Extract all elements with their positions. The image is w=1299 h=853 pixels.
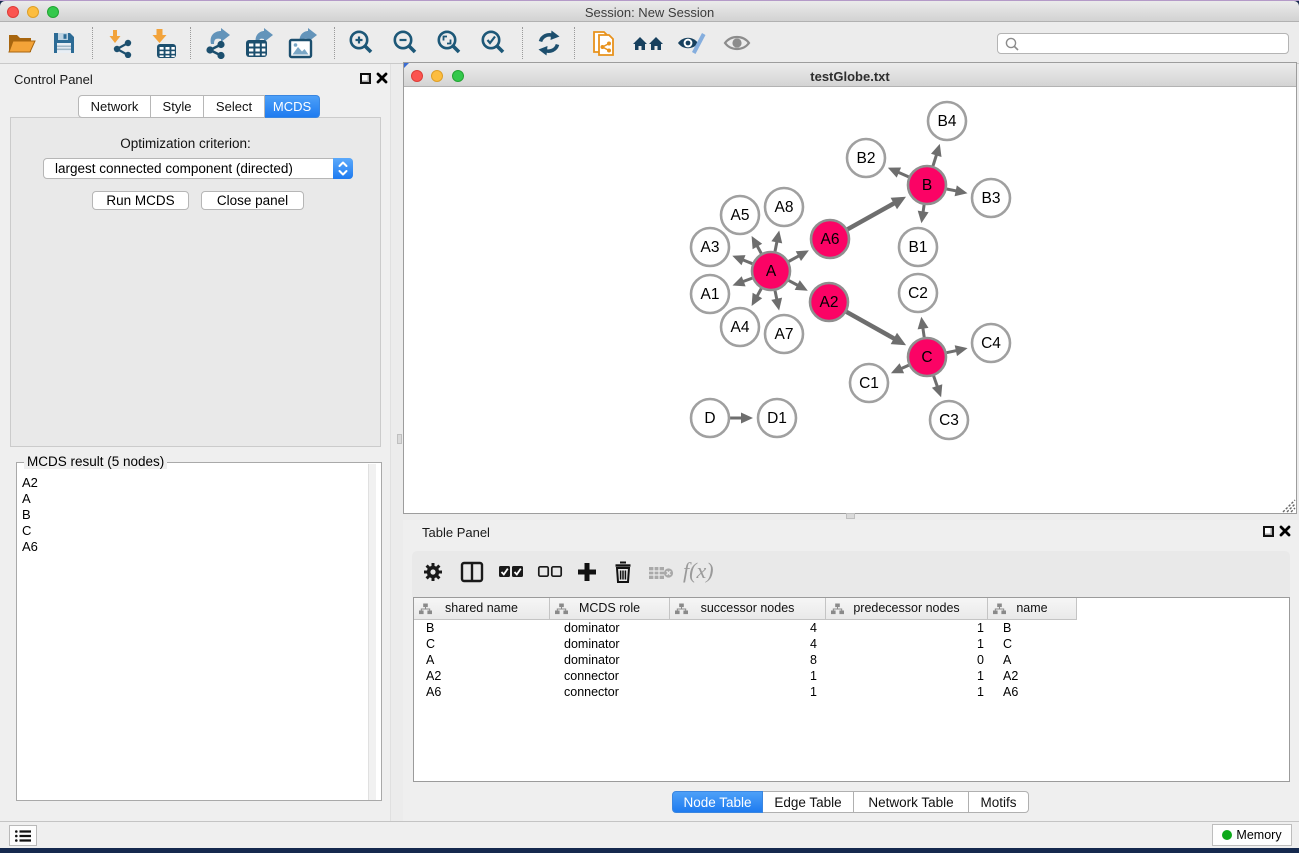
svg-text:A7: A7 (775, 326, 794, 343)
svg-text:A: A (766, 263, 777, 280)
svg-text:C2: C2 (908, 285, 928, 302)
svg-text:B4: B4 (938, 113, 957, 130)
svg-text:B2: B2 (857, 150, 876, 167)
svg-text:A6: A6 (821, 231, 840, 248)
svg-text:C: C (921, 349, 932, 366)
svg-text:A2: A2 (820, 294, 839, 311)
svg-text:C4: C4 (981, 335, 1001, 352)
svg-text:A8: A8 (775, 199, 794, 216)
svg-text:A1: A1 (701, 286, 720, 303)
svg-text:A5: A5 (731, 207, 750, 224)
svg-text:A4: A4 (731, 319, 750, 336)
svg-text:B1: B1 (909, 239, 928, 256)
svg-text:D1: D1 (767, 410, 787, 427)
svg-text:C3: C3 (939, 412, 959, 429)
svg-text:C1: C1 (859, 375, 879, 392)
svg-text:B: B (922, 177, 932, 194)
svg-text:A3: A3 (701, 239, 720, 256)
svg-text:D: D (704, 410, 715, 427)
svg-text:B3: B3 (982, 190, 1001, 207)
